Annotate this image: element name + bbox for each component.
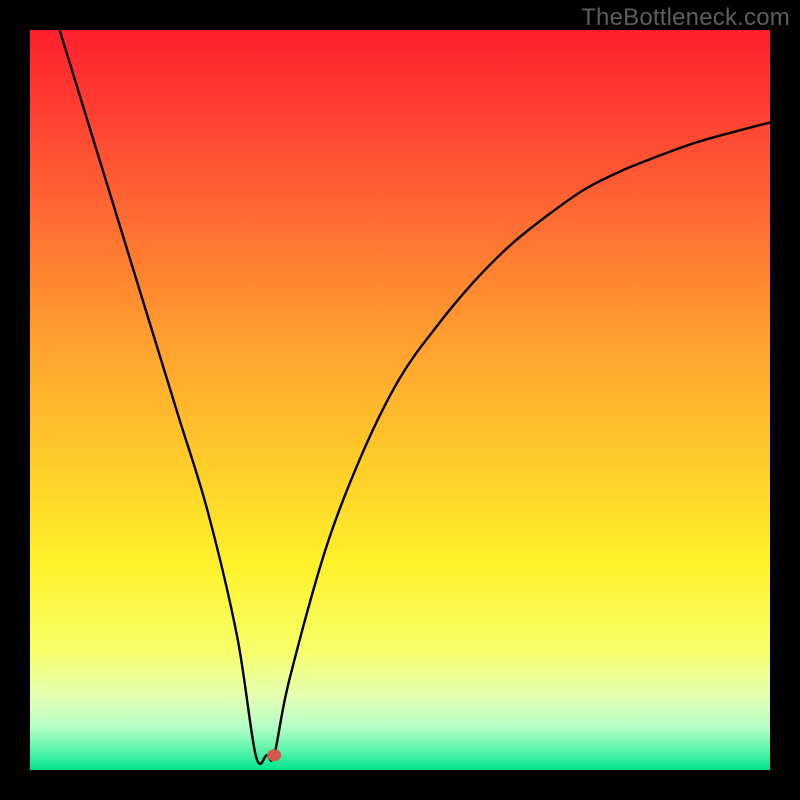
watermark-text: TheBottleneck.com: [581, 4, 790, 32]
optimal-point-marker: [267, 749, 281, 761]
chart-frame: TheBottleneck.com: [0, 0, 800, 800]
chart-svg: [30, 30, 770, 770]
gradient-background: [30, 30, 770, 770]
plot-area: [30, 30, 770, 770]
